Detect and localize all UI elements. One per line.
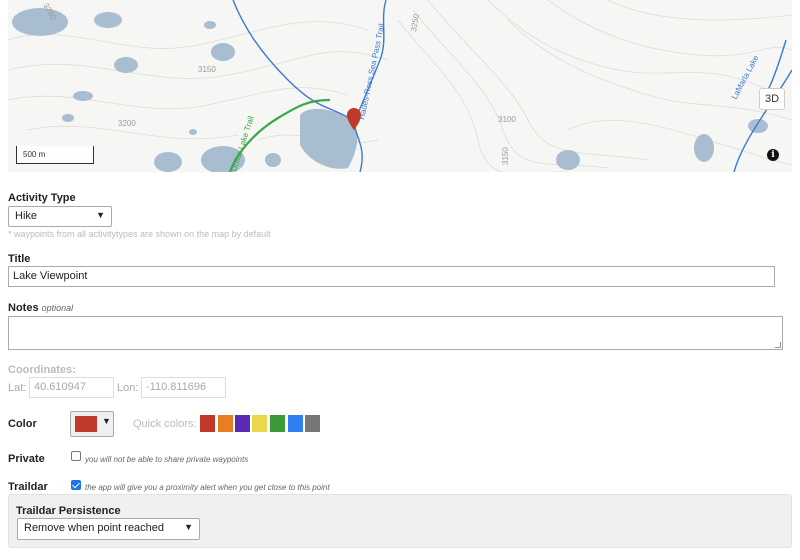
contour-label: 3100 xyxy=(498,115,516,124)
quick-color-purple[interactable] xyxy=(235,415,250,432)
private-checkbox[interactable] xyxy=(71,451,81,461)
chevron-down-icon: ▼ xyxy=(184,522,193,532)
notes-label: Notes optional xyxy=(8,302,73,314)
coordinates-label: Coordinates: xyxy=(8,364,76,376)
traildar-persistence-label: Traildar Persistence xyxy=(16,505,121,517)
quick-color-gray[interactable] xyxy=(305,415,320,432)
quick-color-yellow[interactable] xyxy=(252,415,267,432)
traildar-label: Traildar xyxy=(8,481,48,493)
scale-bar: 500 m xyxy=(16,146,94,164)
contour-label: 3150 xyxy=(501,147,510,165)
info-icon[interactable]: i xyxy=(767,149,779,161)
current-color-swatch xyxy=(75,416,97,432)
3d-button[interactable]: 3D xyxy=(759,88,785,110)
resize-grip-icon[interactable] xyxy=(775,342,781,348)
chevron-down-icon: ▼ xyxy=(96,210,105,220)
chevron-down-icon: ▼ xyxy=(102,416,111,426)
notes-label-text: Notes xyxy=(8,302,39,314)
contour-label: 3150 xyxy=(198,65,216,74)
traildar-persistence-panel: Traildar Persistence Remove when point r… xyxy=(8,494,792,548)
private-label: Private xyxy=(8,453,45,465)
lat-label: Lat: xyxy=(8,382,27,394)
trail-label: Hades-Ross Sea Pass Trail xyxy=(357,23,386,121)
quick-color-green[interactable] xyxy=(270,415,285,432)
quick-colors-label: Quick colors: xyxy=(133,418,197,430)
color-picker-button[interactable]: ▼ xyxy=(70,411,114,437)
notes-textarea[interactable] xyxy=(8,316,783,350)
quick-color-orange[interactable] xyxy=(218,415,233,432)
contour-label: 3200 xyxy=(118,119,136,128)
quick-color-red[interactable] xyxy=(200,415,215,432)
lon-label: Lon: xyxy=(117,382,139,394)
map-canvas: 3250 3150 3200 3250 3100 3150 Hades-Ross… xyxy=(8,0,792,172)
activity-type-select[interactable]: Hike ▼ xyxy=(8,206,112,227)
quick-color-blue[interactable] xyxy=(288,415,303,432)
map-view[interactable]: 3250 3150 3200 3250 3100 3150 Hades-Ross… xyxy=(8,0,792,172)
traildar-hint: the app will give you a proximity alert … xyxy=(85,483,330,492)
title-label: Title xyxy=(8,253,31,265)
notes-optional-tag: optional xyxy=(41,303,74,313)
contour-label: 3250 xyxy=(409,13,421,33)
activity-type-hint: * waypoints from all activitytypes are s… xyxy=(8,229,271,239)
lon-input[interactable]: -110.811696 xyxy=(141,377,226,398)
title-input[interactable]: Lake Viewpoint xyxy=(8,266,775,287)
traildar-persistence-value: Remove when point reached xyxy=(24,522,165,534)
lat-input[interactable]: 40.610947 xyxy=(29,377,114,398)
activity-type-value: Hike xyxy=(15,210,38,222)
activity-type-label: Activity Type xyxy=(8,192,76,204)
color-label: Color xyxy=(8,418,37,430)
private-hint: you will not be able to share private wa… xyxy=(85,455,249,464)
traildar-persistence-select[interactable]: Remove when point reached ▼ xyxy=(17,518,200,540)
traildar-checkbox[interactable] xyxy=(71,480,81,490)
